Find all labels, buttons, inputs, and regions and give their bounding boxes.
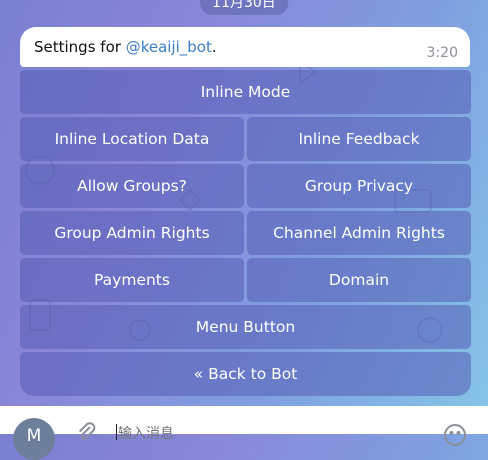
inline-mode-button[interactable]: Inline Mode [20, 70, 471, 114]
inline-keyboard: Inline Mode Inline Location Data Inline … [20, 70, 471, 399]
keyboard-row: Inline Mode [20, 70, 471, 114]
group-admin-rights-button[interactable]: Group Admin Rights [20, 211, 244, 255]
inline-feedback-button[interactable]: Inline Feedback [247, 117, 471, 161]
back-to-bot-button[interactable]: « Back to Bot [20, 352, 471, 396]
bot-mention-link[interactable]: @keaiji_bot [126, 38, 212, 56]
inline-location-data-button[interactable]: Inline Location Data [20, 117, 244, 161]
emoji-icon[interactable] [442, 422, 468, 448]
group-privacy-button[interactable]: Group Privacy [247, 164, 471, 208]
payments-button[interactable]: Payments [20, 258, 244, 302]
message-text: Settings for @keaiji_bot. [34, 38, 217, 56]
keyboard-row: Payments Domain [20, 258, 471, 302]
message-time: 3:20 [426, 45, 458, 61]
keyboard-row: « Back to Bot [20, 352, 471, 396]
keyboard-row: Allow Groups? Group Privacy [20, 164, 471, 208]
message-composer: M [0, 406, 488, 460]
keyboard-row: Inline Location Data Inline Feedback [20, 117, 471, 161]
menu-button-button[interactable]: Menu Button [20, 305, 471, 349]
message-bubble: Settings for @keaiji_bot. 3:20 [20, 27, 470, 67]
allow-groups-button[interactable]: Allow Groups? [20, 164, 244, 208]
keyboard-row: Group Admin Rights Channel Admin Rights [20, 211, 471, 255]
keyboard-row: Menu Button [20, 305, 471, 349]
date-separator: 11月30日 [200, 0, 288, 15]
channel-admin-rights-button[interactable]: Channel Admin Rights [247, 211, 471, 255]
avatar[interactable]: M [13, 418, 55, 460]
text-caret [116, 424, 117, 440]
message-input[interactable] [118, 424, 418, 444]
message-suffix: . [211, 38, 217, 56]
paperclip-icon[interactable] [74, 420, 98, 444]
message-prefix: Settings for [34, 38, 126, 56]
domain-button[interactable]: Domain [247, 258, 471, 302]
